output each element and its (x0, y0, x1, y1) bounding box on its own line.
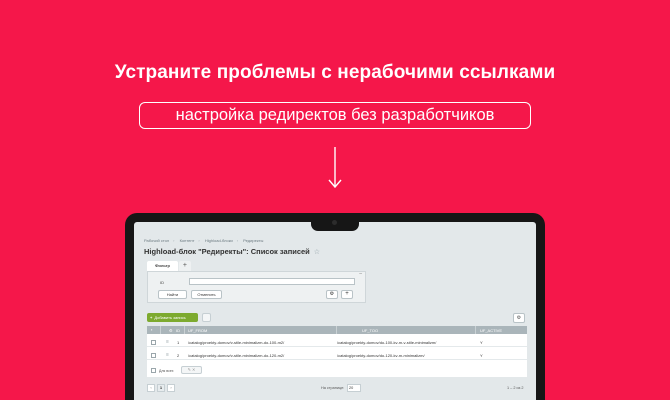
per-page-label: На странице: (321, 386, 345, 390)
column-divider (184, 326, 185, 334)
breadcrumb-item[interactable]: Редиректы (243, 238, 263, 243)
add-filter-tab-button[interactable]: + (178, 261, 191, 271)
breadcrumb-separator: › (173, 238, 175, 243)
cell-active: Y (480, 353, 483, 358)
headline: Устраните проблемы с нерабочими ссылками (114, 62, 556, 83)
prev-page-button[interactable]: ‹ (147, 384, 155, 392)
minimize-filter-button[interactable]: – (359, 271, 362, 277)
settings-col-icon: ⚙ (169, 328, 173, 333)
laptop-notch (311, 213, 359, 231)
select-all-icon[interactable]: ▪ (151, 327, 152, 332)
breadcrumb: Рабочий стол › Контент › Highload-блоки › Р… (144, 238, 267, 243)
column-divider (475, 326, 476, 334)
tab-filter[interactable]: Фильтр (147, 261, 178, 271)
subtitle-pill: настройка редиректов без разработчиков (139, 102, 531, 129)
admin-screen: Рабочий стол › Контент › Highload-блоки › Р… (134, 222, 536, 400)
row-menu-icon[interactable]: ≡ (166, 352, 169, 358)
favorite-star-icon[interactable]: ☆ (314, 249, 320, 256)
page-title-text: Highload-блок "Редиректы": Список записе… (144, 247, 310, 256)
column-divider (336, 326, 337, 334)
bulk-actions[interactable]: ✎ ✕ (181, 366, 202, 374)
column-header-from[interactable]: UF_FROM (188, 328, 207, 333)
filter-tabs: Фильтр + (147, 261, 191, 271)
record-count: 1 – 2 из 2 (507, 386, 524, 390)
next-page-button[interactable]: › (167, 384, 175, 392)
page-title: Highload-блок "Редиректы": Список записе… (144, 247, 320, 256)
cell-from: /catalog/proekty-domov/v-stile-minimaliz… (188, 340, 285, 345)
row-checkbox[interactable] (151, 340, 156, 345)
table-row[interactable]: ≡ 1 /catalog/proekty-domov/v-stile-minim… (147, 337, 527, 347)
breadcrumb-separator: › (198, 238, 200, 243)
add-record-label: Добавить запись (154, 315, 186, 320)
cell-id: 1 (177, 340, 180, 345)
cancel-button[interactable]: Отменить (191, 290, 222, 299)
per-page-select[interactable]: 20 (347, 384, 361, 392)
filter-settings-button[interactable]: ⚙ (326, 290, 338, 299)
cell-to: /catalog/proekty-domov/do-120-kv-m-minim… (337, 353, 425, 358)
pagination: ‹ 1 › (147, 384, 175, 392)
row-checkbox[interactable] (151, 353, 156, 358)
camera-icon (332, 220, 337, 225)
breadcrumb-item[interactable]: Рабочий стол (144, 238, 169, 243)
column-header-to[interactable]: UF_TOO (362, 328, 378, 333)
breadcrumb-item[interactable]: Highload-блоки (205, 238, 233, 243)
records-table: ▪ ⚙ ID UF_FROM UF_TOO UF_ACTIVE ≡ 1 /cat… (147, 326, 527, 377)
filter-id-input[interactable] (189, 278, 355, 285)
apply-all-label: Для всех (159, 369, 174, 373)
add-record-button[interactable]: + Добавить запись (147, 313, 198, 322)
find-button[interactable]: Найти (158, 290, 187, 299)
cell-to: /catalog/proekty-domov/do-100-kv-m-v-sti… (337, 340, 437, 345)
apply-all-checkbox[interactable] (151, 368, 156, 373)
toolbar-extra-button[interactable] (202, 313, 211, 322)
table-row[interactable]: ≡ 2 /catalog/proekty-domov/v-stile-minim… (147, 350, 527, 360)
cell-active: Y (480, 340, 483, 345)
gear-icon: ⚙ (516, 315, 522, 321)
breadcrumb-separator: › (236, 238, 239, 243)
gear-icon: ⚙ (329, 291, 335, 297)
column-header-active[interactable]: UF_ACTIVE (480, 328, 502, 333)
page-button-1[interactable]: 1 (157, 384, 165, 392)
filter-add-button[interactable]: + (341, 290, 353, 299)
table-header: ▪ ⚙ ID UF_FROM UF_TOO UF_ACTIVE (147, 326, 527, 334)
filter-panel: – ID Найти Отменить ⚙ + (147, 271, 366, 303)
grid-settings-button[interactable]: ⚙ (513, 313, 525, 323)
cell-from: /catalog/proekty-domov/v-stile-minimaliz… (188, 353, 285, 358)
filter-id-label: ID (160, 280, 164, 285)
plus-icon: + (150, 315, 153, 320)
row-menu-icon[interactable]: ≡ (166, 339, 169, 345)
table-footer: Для всех ✎ ✕ (147, 364, 527, 377)
cell-id: 2 (177, 353, 180, 358)
column-header-id[interactable]: ID (176, 328, 180, 333)
arrow-down-icon (328, 147, 342, 189)
breadcrumb-item[interactable]: Контент (180, 238, 195, 243)
column-divider (160, 326, 161, 334)
laptop-frame: Рабочий стол › Контент › Highload-блоки › Р… (125, 213, 545, 400)
